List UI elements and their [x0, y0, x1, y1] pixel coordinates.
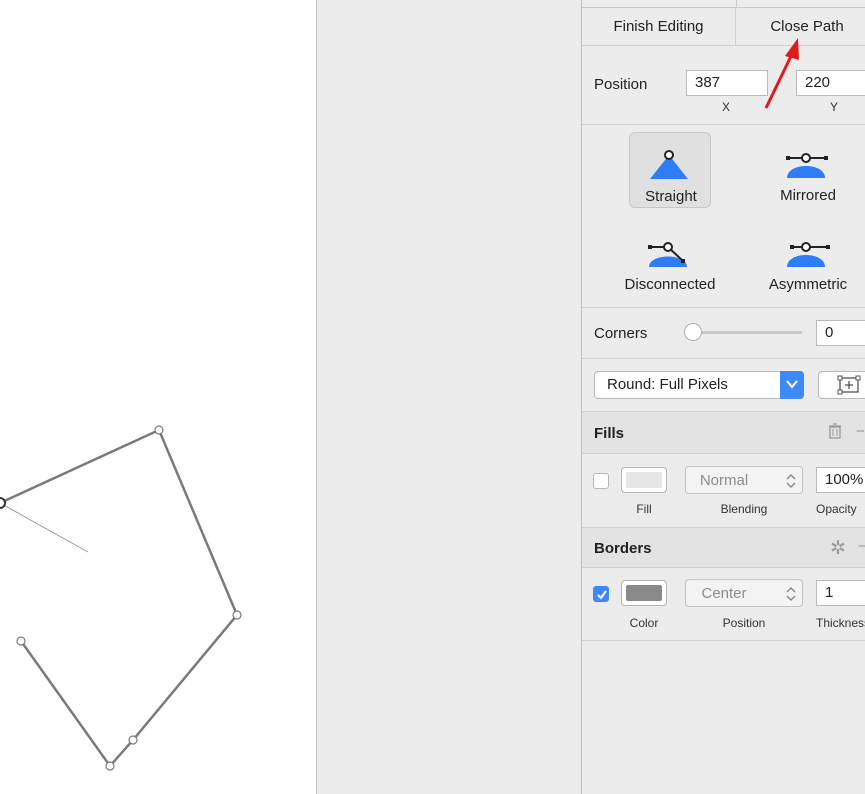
- position-y-label: Y: [830, 100, 839, 114]
- blending-label: Blending: [720, 502, 768, 516]
- fill-color-swatch[interactable]: [621, 467, 667, 493]
- stepper-arrows-icon: [786, 474, 796, 488]
- borders-header: Borders ✲ −: [582, 528, 865, 568]
- borders-title: Borders: [594, 540, 652, 557]
- trash-icon[interactable]: [828, 423, 842, 443]
- path-point[interactable]: [16, 636, 26, 646]
- opacity-label: Opacity: [816, 502, 857, 516]
- point-type-asymmetric-label: Asymmetric: [768, 276, 848, 293]
- drawing-canvas[interactable]: [0, 0, 316, 794]
- point-type-mirrored-label: Mirrored: [780, 187, 836, 204]
- control-handle-line: [0, 502, 89, 553]
- fill-color-chip: [626, 472, 662, 488]
- rounding-select-arrow[interactable]: [780, 371, 804, 399]
- inspector-panel: Finish Editing Close Path Position 387 X…: [581, 0, 865, 794]
- position-section: Position 387 X 220 Y: [582, 46, 865, 125]
- path-point[interactable]: [232, 610, 242, 620]
- point-type-disconnected[interactable]: Disconnected: [625, 221, 715, 297]
- thickness-label: Thickness: [816, 616, 865, 630]
- border-color-chip: [626, 585, 662, 601]
- corners-input[interactable]: 0: [816, 320, 865, 346]
- canvas-gutter: [317, 0, 581, 794]
- inspector-empty-area: [582, 641, 865, 794]
- color-label: Color: [629, 616, 659, 630]
- point-type-asymmetric[interactable]: Asymmetric: [767, 221, 849, 297]
- point-type-straight-label: Straight: [645, 188, 697, 205]
- point-type-disconnected-label: Disconnected: [624, 276, 716, 293]
- flatten-button[interactable]: [818, 371, 865, 399]
- fill-enabled-checkbox[interactable]: [593, 473, 609, 489]
- gear-icon[interactable]: ✲: [830, 537, 846, 560]
- transform-frame-icon: [837, 375, 861, 395]
- corners-slider-knob[interactable]: [684, 323, 702, 341]
- border-position-value: Center: [701, 585, 747, 602]
- path-point[interactable]: [128, 735, 138, 745]
- stepper-arrows-icon: [786, 587, 796, 601]
- border-enabled-checkbox[interactable]: [593, 586, 609, 602]
- path-edit-toolbar: Finish Editing Close Path: [582, 8, 865, 46]
- border-position-label: Position: [722, 616, 766, 630]
- border-thickness-input[interactable]: 1: [816, 580, 865, 606]
- finish-editing-button[interactable]: Finish Editing: [582, 8, 736, 45]
- fill-label: Fill: [636, 502, 652, 516]
- add-border-icon[interactable]: −: [858, 538, 865, 555]
- position-label: Position: [594, 76, 648, 93]
- fill-opacity-input[interactable]: 100%: [816, 467, 865, 493]
- rounding-select[interactable]: Round: Full Pixels: [594, 371, 804, 399]
- top-strip-notch: [736, 0, 737, 8]
- border-color-swatch[interactable]: [621, 580, 667, 606]
- point-type-straight[interactable]: Straight: [629, 132, 711, 208]
- path-point[interactable]: [105, 761, 115, 771]
- add-fill-icon[interactable]: −: [856, 423, 865, 440]
- position-x-input[interactable]: 387: [686, 70, 768, 96]
- selected-path-point[interactable]: [0, 497, 6, 509]
- corners-slider-track[interactable]: [692, 331, 802, 334]
- fills-header: Fills −: [582, 412, 865, 454]
- rounding-section: Round: Full Pixels: [582, 359, 865, 412]
- fill-row: Fill Normal Blending 100% Opacity: [582, 454, 865, 528]
- point-type-mirrored[interactable]: Mirrored: [767, 132, 849, 208]
- disconnected-point-icon: [648, 242, 687, 267]
- inspector-top-strip: [582, 0, 865, 8]
- asymmetric-point-icon: [787, 242, 830, 267]
- border-row: Color Center Position 1 Thickness: [582, 568, 865, 641]
- path-point[interactable]: [154, 425, 164, 435]
- point-type-section: Straight Mirrored Disconnected Asymmetri…: [582, 125, 865, 308]
- vector-path-drawing[interactable]: [0, 0, 316, 794]
- blending-select[interactable]: Normal: [685, 466, 803, 494]
- blending-value: Normal: [699, 472, 749, 489]
- fills-title: Fills: [594, 425, 625, 442]
- checkmark-icon: [597, 590, 607, 600]
- vector-path[interactable]: [0, 428, 239, 769]
- close-path-button[interactable]: Close Path: [737, 8, 865, 45]
- chevron-down-icon: [786, 380, 798, 389]
- border-position-select[interactable]: Center: [685, 579, 803, 607]
- straight-point-icon: [650, 150, 688, 179]
- position-x-label: X: [722, 100, 731, 114]
- position-y-input[interactable]: 220: [796, 70, 865, 96]
- mirrored-point-icon: [786, 153, 828, 178]
- corners-label: Corners: [594, 325, 648, 342]
- rounding-select-value: Round: Full Pixels: [607, 376, 728, 393]
